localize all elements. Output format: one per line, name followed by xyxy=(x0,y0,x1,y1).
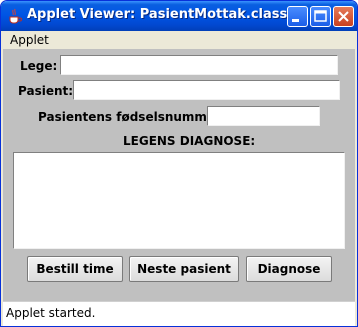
neste-pasient-button[interactable]: Neste pasient xyxy=(129,256,239,282)
fodselsnummer-field[interactable] xyxy=(207,106,320,126)
lege-label: Lege: xyxy=(20,59,58,73)
minimize-icon xyxy=(292,19,299,22)
menu-bar: Applet xyxy=(1,31,357,49)
minimize-button[interactable] xyxy=(287,6,308,27)
applet-content: Lege: Pasient: Pasientens fødselsnummer:… xyxy=(3,49,355,301)
close-icon xyxy=(338,11,349,22)
lege-field[interactable] xyxy=(60,55,338,75)
menu-applet[interactable]: Applet xyxy=(10,33,49,47)
pasient-label: Pasient: xyxy=(18,84,74,98)
maximize-icon xyxy=(314,10,327,22)
bestill-time-button[interactable]: Bestill time xyxy=(27,256,123,282)
fodselsnummer-label: Pasientens fødselsnummer: xyxy=(38,110,226,124)
window-title: Applet Viewer: PasientMottak.class xyxy=(27,7,288,22)
status-text: Applet started. xyxy=(6,306,96,320)
status-bar: Applet started. xyxy=(3,301,355,326)
applet-viewer-window: Applet Viewer: PasientMottak.class Apple… xyxy=(0,0,358,327)
java-coffee-icon[interactable] xyxy=(7,8,23,24)
pasient-field[interactable] xyxy=(73,80,340,100)
title-bar[interactable]: Applet Viewer: PasientMottak.class xyxy=(1,1,357,31)
maximize-button[interactable] xyxy=(310,6,331,27)
diagnose-textarea[interactable] xyxy=(13,152,345,249)
close-button[interactable] xyxy=(333,6,354,27)
diagnose-heading: LEGENS DIAGNOSE: xyxy=(123,134,256,148)
diagnose-button[interactable]: Diagnose xyxy=(246,256,332,282)
